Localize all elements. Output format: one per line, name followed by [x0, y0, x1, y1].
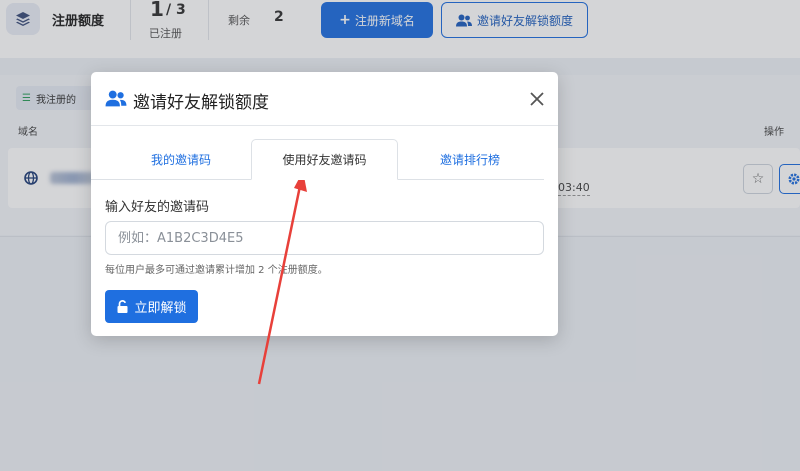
users-icon: [105, 90, 127, 107]
modal-header: 邀请好友解锁额度: [91, 72, 558, 126]
modal-tabs: 我的邀请码 使用好友邀请码 邀请排行榜: [91, 139, 558, 180]
invite-modal: 邀请好友解锁额度 我的邀请码 使用好友邀请码 邀请排行榜 输入好友的邀请码 每位…: [91, 72, 558, 336]
modal-title: 邀请好友解锁额度: [133, 93, 269, 113]
unlock-button[interactable]: 立即解锁: [105, 290, 198, 323]
invite-code-input[interactable]: [105, 221, 544, 255]
tab-my-invite-code[interactable]: 我的邀请码: [111, 139, 251, 180]
help-text: 每位用户最多可通过邀请累计增加 2 个注册额度。: [105, 265, 328, 276]
tab-invite-leaderboard[interactable]: 邀请排行榜: [403, 139, 537, 180]
invite-code-label: 输入好友的邀请码: [105, 200, 210, 215]
close-icon[interactable]: [528, 90, 546, 108]
unlock-button-label: 立即解锁: [134, 301, 187, 316]
tab-use-friend-code[interactable]: 使用好友邀请码: [251, 139, 398, 180]
unlock-icon: [117, 300, 128, 313]
